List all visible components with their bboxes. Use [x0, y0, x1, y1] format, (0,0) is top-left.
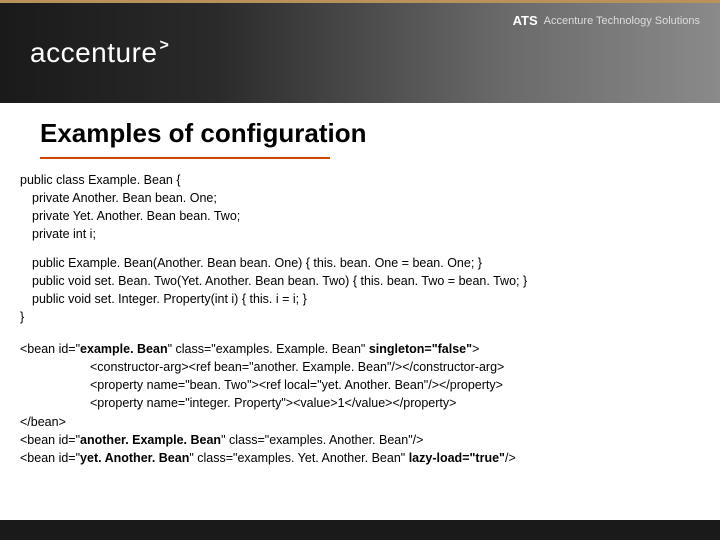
attr: lazy-load="true" — [409, 451, 505, 465]
bean-id: yet. Another. Bean — [80, 451, 189, 465]
slide-title: Examples of configuration — [0, 103, 720, 157]
text-run: /> — [505, 451, 516, 465]
code-line: <bean id="example. Bean" class="examples… — [20, 340, 700, 358]
code-line: public void set. Bean. Two(Yet. Another.… — [20, 272, 700, 290]
footer-bar — [0, 520, 720, 540]
code-line: <property name="integer. Property"><valu… — [20, 394, 700, 412]
code-line: </bean> — [20, 413, 700, 431]
code-line: private int i; — [20, 225, 700, 243]
text-run: " class="examples. Yet. Another. Bean" — [189, 451, 408, 465]
ats-full-text: Accenture Technology Solutions — [544, 15, 700, 27]
text-run: " class="examples. Another. Bean"/> — [221, 433, 423, 447]
logo-text: accenture — [30, 37, 157, 68]
text-run: <bean id=" — [20, 342, 80, 356]
text-run: " class="examples. Example. Bean" — [168, 342, 369, 356]
text-run: <bean id=" — [20, 433, 80, 447]
title-underline — [40, 157, 330, 159]
spacer — [20, 244, 700, 254]
java-code-block: public class Example. Bean { private Ano… — [0, 167, 720, 336]
ats-logo-text: ATS — [513, 13, 538, 28]
code-line: } — [20, 308, 700, 326]
ats-brand: ATS Accenture Technology Solutions — [513, 13, 700, 28]
bean-id: another. Example. Bean — [80, 433, 221, 447]
header-banner: accenture> ATS Accenture Technology Solu… — [0, 3, 720, 103]
accenture-logo: accenture> — [30, 37, 167, 69]
code-line: public class Example. Bean { — [20, 171, 700, 189]
bean-id: example. Bean — [80, 342, 168, 356]
code-line: <bean id="yet. Another. Bean" class="exa… — [20, 449, 700, 467]
code-line: public Example. Bean(Another. Bean bean.… — [20, 254, 700, 272]
code-line: public void set. Integer. Property(int i… — [20, 290, 700, 308]
code-line: <constructor-arg><ref bean="another. Exa… — [20, 358, 700, 376]
code-line: private Yet. Another. Bean bean. Two; — [20, 207, 700, 225]
code-line: <property name="bean. Two"><ref local="y… — [20, 376, 700, 394]
text-run: > — [472, 342, 479, 356]
text-run: <bean id=" — [20, 451, 80, 465]
logo-chevron-icon: > — [159, 37, 169, 54]
code-line: <bean id="another. Example. Bean" class=… — [20, 431, 700, 449]
xml-code-block: <bean id="example. Bean" class="examples… — [0, 336, 720, 477]
attr: singleton="false" — [369, 342, 472, 356]
code-line: private Another. Bean bean. One; — [20, 189, 700, 207]
